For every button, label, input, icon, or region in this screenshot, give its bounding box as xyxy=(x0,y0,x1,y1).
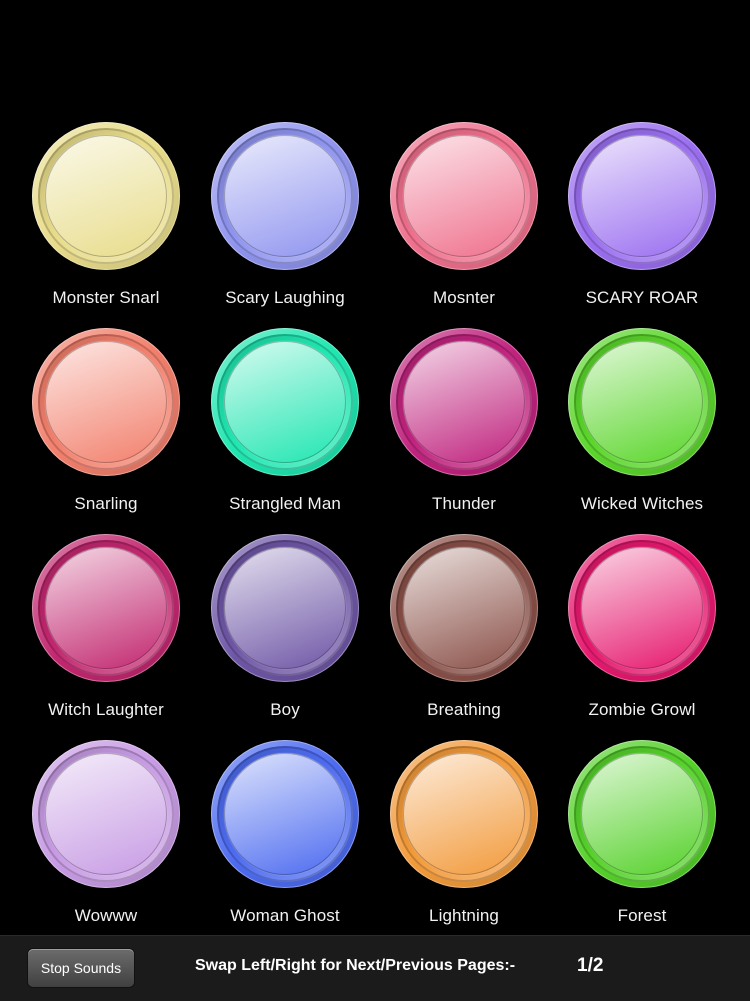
sound-button[interactable] xyxy=(390,534,538,682)
sound-label: Monster Snarl xyxy=(52,288,160,307)
sound-button[interactable] xyxy=(32,122,180,270)
sound-label: Woman Ghost xyxy=(230,906,340,925)
sound-label: Wowww xyxy=(74,906,138,925)
sound-cell: Wicked Witches xyxy=(552,328,732,528)
sound-cell: Breathing xyxy=(374,534,554,734)
sound-label: Breathing xyxy=(427,700,501,719)
sound-label: Witch Laughter xyxy=(48,700,164,719)
sound-cell: Witch Laughter xyxy=(16,534,196,734)
sound-button[interactable] xyxy=(568,328,716,476)
sound-cell: Boy xyxy=(195,534,375,734)
sound-cell: Strangled Man xyxy=(195,328,375,528)
sound-label: Strangled Man xyxy=(229,494,341,513)
bottom-toolbar: Stop Sounds Swap Left/Right for Next/Pre… xyxy=(0,935,750,1001)
stop-sounds-button[interactable]: Stop Sounds xyxy=(28,949,134,987)
sound-cell: Snarling xyxy=(16,328,196,528)
sound-label: Wicked Witches xyxy=(580,494,704,513)
sound-button[interactable] xyxy=(390,122,538,270)
sound-cell: Monster Snarl xyxy=(16,122,196,322)
sound-cell: Lightning xyxy=(374,740,554,940)
sound-cell: Woman Ghost xyxy=(195,740,375,940)
sound-label: Mosnter xyxy=(432,288,496,307)
sound-cell: Mosnter xyxy=(374,122,554,322)
sound-grid: Monster Snarl Scary Laughing Mosnter SCA… xyxy=(0,0,750,935)
page-indicator: 1/2 xyxy=(577,955,604,976)
sound-button[interactable] xyxy=(568,122,716,270)
sound-button[interactable] xyxy=(211,122,359,270)
sound-button[interactable] xyxy=(211,534,359,682)
sound-button[interactable] xyxy=(211,328,359,476)
sound-cell: SCARY ROAR xyxy=(552,122,732,322)
sound-button[interactable] xyxy=(390,328,538,476)
sound-button[interactable] xyxy=(568,534,716,682)
sound-button[interactable] xyxy=(32,740,180,888)
sound-button[interactable] xyxy=(568,740,716,888)
sound-cell: Wowww xyxy=(16,740,196,940)
sound-label: Thunder xyxy=(431,494,497,513)
sound-cell: Forest xyxy=(552,740,732,940)
swap-hint-text: Swap Left/Right for Next/Previous Pages:… xyxy=(195,957,516,974)
sound-button[interactable] xyxy=(390,740,538,888)
sound-button[interactable] xyxy=(32,534,180,682)
sound-label: Lightning xyxy=(429,906,499,925)
sound-label: Zombie Growl xyxy=(588,700,696,719)
sound-cell: Thunder xyxy=(374,328,554,528)
sound-cell: Zombie Growl xyxy=(552,534,732,734)
sound-label: Boy xyxy=(270,700,300,719)
sound-label: Forest xyxy=(617,906,667,925)
sound-button[interactable] xyxy=(211,740,359,888)
sound-label: SCARY ROAR xyxy=(585,288,699,307)
sound-label: Snarling xyxy=(74,494,138,513)
sound-cell: Scary Laughing xyxy=(195,122,375,322)
sound-button[interactable] xyxy=(32,328,180,476)
sound-label: Scary Laughing xyxy=(225,288,345,307)
